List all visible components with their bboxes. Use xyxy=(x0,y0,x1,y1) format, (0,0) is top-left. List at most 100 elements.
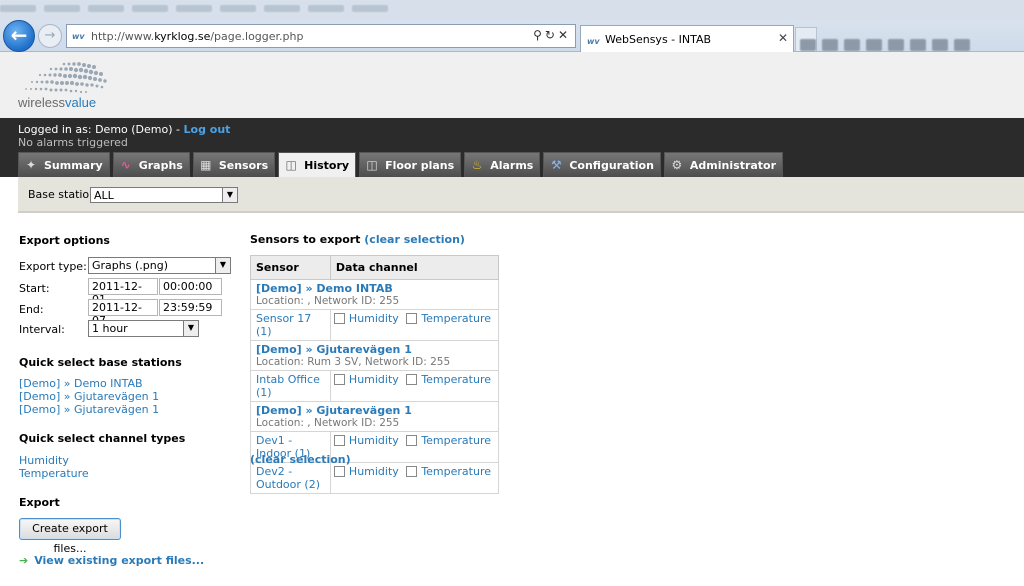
logout-link[interactable]: Log out xyxy=(184,123,231,136)
graph-icon: ∿ xyxy=(120,158,131,172)
export-type-label: Export type: xyxy=(19,260,87,273)
quick-base-title: Quick select base stations xyxy=(19,356,182,369)
view-existing-link[interactable]: ➔ View existing export files... xyxy=(19,554,204,567)
back-arrow-icon[interactable]: ← xyxy=(3,20,35,52)
sensors-title: Sensors to export (clear selection) xyxy=(250,233,465,246)
end-time-field[interactable]: 23:59:59 xyxy=(159,299,222,316)
group-location: Location: , Network ID: 255 xyxy=(256,295,400,307)
table-row: Intab Office (1) Humidity Temperature xyxy=(250,370,500,402)
temperature-link[interactable]: Temperature xyxy=(421,312,491,325)
temperature-link[interactable]: Temperature xyxy=(421,465,491,478)
browser-chrome: ← → wv http://www.kyrklog.se/page.logger… xyxy=(0,0,1024,52)
temperature-link[interactable]: Temperature xyxy=(421,434,491,447)
tab-summary[interactable]: ✦ Summary xyxy=(18,152,110,177)
quick-channel-link[interactable]: Humidity xyxy=(19,454,69,467)
humidity-checkbox[interactable] xyxy=(333,313,345,324)
tag-icon: ✦ xyxy=(25,158,37,172)
tab-history[interactable]: ◫ History xyxy=(278,152,357,177)
tab-administrator[interactable]: ⚙ Administrator xyxy=(663,152,784,177)
group-name-link[interactable]: [Demo] » Gjutarevägen 1 xyxy=(256,404,493,417)
clear-selection-link[interactable]: (clear selection) xyxy=(364,233,465,246)
logo-area: wirelessvalue xyxy=(0,52,1024,118)
chevron-down-icon: ▼ xyxy=(215,258,230,273)
start-label: Start: xyxy=(19,282,50,295)
sensor-link[interactable]: Dev2 - Outdoor (2) xyxy=(256,465,320,491)
channel-cell: Humidity Temperature xyxy=(329,370,500,402)
address-bar-icons[interactable]: ⚲↻✕ xyxy=(533,28,571,42)
humidity-link[interactable]: Humidity xyxy=(349,373,399,386)
interval-select[interactable]: 1 hour ▼ xyxy=(88,320,199,337)
refresh-icon: ↻ xyxy=(544,28,558,42)
tab-floor-plans[interactable]: ◫ Floor plans xyxy=(359,152,462,177)
base-station-select[interactable]: ALL ▼ xyxy=(90,187,238,203)
tab-favicon-icon: wv xyxy=(587,37,600,46)
bell-icon: ♨ xyxy=(471,158,483,172)
site-favicon-icon: wv xyxy=(72,32,85,41)
humidity-checkbox[interactable] xyxy=(333,374,345,385)
database-icon: ◫ xyxy=(366,158,378,172)
sensor-cell: Intab Office (1) xyxy=(250,370,331,402)
channel-cell: Humidity Temperature xyxy=(329,431,500,463)
column-header-channel: Data channel xyxy=(329,255,500,280)
wrench-icon: ⚒ xyxy=(550,158,562,172)
table-row: [Demo] » Gjutarevägen 1 Location: Rum 3 … xyxy=(250,340,499,371)
group-location: Location: Rum 3 SV, Network ID: 255 xyxy=(256,356,451,368)
temperature-checkbox[interactable] xyxy=(406,313,418,324)
gear-icon: ⚙ xyxy=(671,158,683,172)
temperature-link[interactable]: Temperature xyxy=(421,373,491,386)
export-type-select[interactable]: Graphs (.png) ▼ xyxy=(88,257,231,274)
humidity-checkbox[interactable] xyxy=(333,435,345,446)
humidity-link[interactable]: Humidity xyxy=(349,434,399,447)
humidity-checkbox[interactable] xyxy=(333,466,345,477)
temperature-checkbox[interactable] xyxy=(406,466,418,477)
app-header: Logged in as: Demo (Demo) - Log out No a… xyxy=(0,118,1024,177)
tab-close-icon[interactable]: ✕ xyxy=(778,31,788,45)
logo-text: wirelessvalue xyxy=(18,95,97,110)
chevron-down-icon: ▼ xyxy=(183,321,198,336)
export-title: Export xyxy=(19,496,60,509)
sensor-group: [Demo] » Demo INTAB Location: , Network … xyxy=(250,279,499,310)
start-date-field[interactable]: 2011-12-01 xyxy=(88,278,158,306)
create-export-files-button[interactable]: Create export files... xyxy=(19,518,121,555)
group-name-link[interactable]: [Demo] » Demo INTAB xyxy=(256,282,493,295)
table-row: Dev2 - Outdoor (2) Humidity Temperature xyxy=(250,462,500,494)
group-name-link[interactable]: [Demo] » Gjutarevägen 1 xyxy=(256,343,493,356)
quick-base-link[interactable]: [Demo] » Gjutarevägen 1 xyxy=(19,390,159,403)
humidity-link[interactable]: Humidity xyxy=(349,465,399,478)
tab-graphs[interactable]: ∿ Graphs xyxy=(112,152,190,177)
jar-icon: ◫ xyxy=(285,158,297,172)
address-bar[interactable]: wv http://www.kyrklog.se/page.logger.php… xyxy=(66,24,576,48)
table-row: [Demo] » Demo INTAB Location: , Network … xyxy=(250,279,499,310)
sensor-link[interactable]: Sensor 17 (1) xyxy=(256,312,311,338)
export-options-title: Export options xyxy=(19,234,110,247)
start-time-field[interactable]: 00:00:00 xyxy=(159,278,222,295)
address-url[interactable]: http://www.kyrklog.se/page.logger.php xyxy=(91,30,303,43)
quick-base-link[interactable]: [Demo] » Demo INTAB xyxy=(19,377,143,390)
quick-channel-title: Quick select channel types xyxy=(19,432,186,445)
forward-arrow-icon[interactable]: → xyxy=(38,24,62,48)
sensor-link[interactable]: Intab Office (1) xyxy=(256,373,320,399)
wireless-value-logo-icon xyxy=(25,62,107,94)
sensor-group: [Demo] » Gjutarevägen 1 Location: , Netw… xyxy=(250,401,499,432)
sensor-cell: Dev2 - Outdoor (2) xyxy=(250,462,331,494)
table-row: Sensor 17 (1) Humidity Temperature xyxy=(250,309,500,341)
chevron-down-icon: ▼ xyxy=(222,188,237,202)
clear-selection-bottom-link[interactable]: (clear selection) xyxy=(250,453,351,466)
alarm-status: No alarms triggered xyxy=(18,136,128,149)
channel-cell: Humidity Temperature xyxy=(329,462,500,494)
quick-channel-link[interactable]: Temperature xyxy=(19,467,89,480)
table-row: [Demo] » Gjutarevägen 1 Location: , Netw… xyxy=(250,401,499,432)
tab-sensors[interactable]: ▦ Sensors xyxy=(192,152,276,177)
login-status: Logged in as: Demo (Demo) - Log out xyxy=(18,123,231,136)
interval-label: Interval: xyxy=(19,323,65,336)
tab-configuration[interactable]: ⚒ Configuration xyxy=(543,152,661,177)
end-date-field[interactable]: 2011-12-07 xyxy=(88,299,158,327)
quick-base-link[interactable]: [Demo] » Gjutarevägen 1 xyxy=(19,403,159,416)
browser-tab[interactable]: wv WebSensys - INTAB ✕ xyxy=(580,25,794,52)
temperature-checkbox[interactable] xyxy=(406,435,418,446)
sensor-group: [Demo] » Gjutarevägen 1 Location: Rum 3 … xyxy=(250,340,499,371)
tab-alarms[interactable]: ♨ Alarms xyxy=(464,152,541,177)
browser-toolbar xyxy=(800,3,1020,51)
humidity-link[interactable]: Humidity xyxy=(349,312,399,325)
temperature-checkbox[interactable] xyxy=(406,374,418,385)
